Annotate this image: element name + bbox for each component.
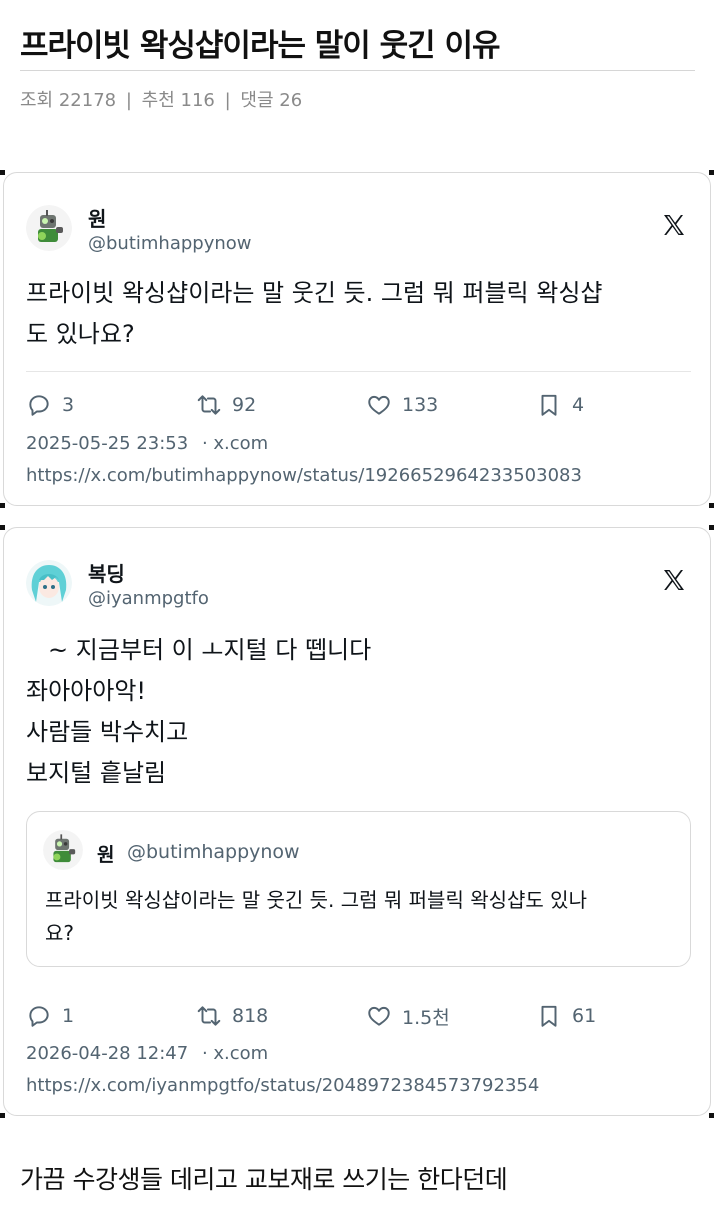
post-body-text: 가끔 수강생들 데리고 교보재로 쓰기는 한다던데 [20, 1165, 508, 1194]
corner-mark [709, 525, 714, 530]
reply-count: 3 [62, 394, 75, 416]
anime-girl-avatar-icon[interactable] [26, 560, 72, 606]
tweet-timestamp[interactable]: 2026-04-28 12:47 · x.com [26, 1043, 268, 1064]
tweet-text-line: 좌아아아악! [26, 677, 147, 705]
reply-icon [29, 395, 49, 416]
retweet-icon [197, 395, 221, 415]
post-title: 프라이빗 왁싱샵이라는 말이 웃긴 이유 [20, 28, 500, 64]
tweet-source: · x.com [201, 1043, 269, 1064]
tweet-source: · x.com [201, 433, 269, 454]
quoted-text-line: 요? [45, 921, 75, 945]
corner-mark [0, 525, 5, 530]
retweet-count: 92 [232, 394, 257, 416]
meta-separator: | [224, 90, 231, 111]
like-count: 1.5천 [402, 1006, 450, 1029]
meta-separator: | [125, 90, 132, 111]
bookmark-button[interactable]: 4 [536, 390, 584, 420]
quoted-author-name: 원 [97, 844, 115, 866]
like-button[interactable]: 133 [366, 390, 438, 420]
tweet-text-line: 도 있나요? [26, 320, 135, 348]
tweet-actions: 3 92 133 4 [26, 390, 691, 420]
corner-mark [0, 170, 5, 175]
tweet-embed-2: 복딩 @iyanmpgtfo ~ 지금부터 이 ㅗ지털 다 뗍니다 좌아아아악!… [0, 525, 714, 1118]
heart-icon [368, 1006, 390, 1026]
reply-icon [29, 1006, 49, 1027]
reply-button[interactable]: 1 [26, 1001, 74, 1031]
reply-button[interactable]: 3 [26, 390, 74, 420]
retweet-button[interactable]: 92 [196, 390, 256, 420]
author-name[interactable]: 원 [88, 203, 106, 232]
retweet-button[interactable]: 818 [196, 1001, 268, 1031]
post-meta: 조회 22178 | 추천 116 | 댓글 26 [20, 86, 302, 112]
tweet-date: 2025-05-25 23:53 [26, 433, 189, 454]
tweet-date: 2026-04-28 12:47 [26, 1043, 189, 1064]
tweet-embed-1: 원 @butimhappynow 프라이빗 왁싱샵이라는 말 웃긴 듯. 그럼 … [0, 170, 714, 508]
bookmark-count: 4 [572, 394, 585, 416]
tweet-card[interactable]: 복딩 @iyanmpgtfo ~ 지금부터 이 ㅗ지털 다 뗍니다 좌아아아악!… [3, 527, 711, 1116]
tweet-card[interactable]: 원 @butimhappynow 프라이빗 왁싱샵이라는 말 웃긴 듯. 그럼 … [3, 172, 711, 506]
tweet-text: 프라이빗 왁싱샵이라는 말 웃긴 듯. 그럼 뭐 퍼블릭 왁싱샵 도 있나요? [26, 273, 691, 355]
comment-count: 댓글 26 [240, 90, 303, 111]
quoted-tweet[interactable]: 원 @butimhappynow 프라이빗 왁싱샵이라는 말 웃긴 듯. 그럼 … [26, 811, 691, 967]
tweet-actions: 1 818 1.5천 61 [26, 1001, 691, 1031]
quoted-text-line: 프라이빗 왁싱샵이라는 말 웃긴 듯. 그럼 뭐 퍼블릭 왁싱샵도 있나 [45, 888, 587, 912]
tweet-text: ~ 지금부터 이 ㅗ지털 다 뗍니다 좌아아아악! 사람들 박수치고 보지털 흩… [26, 630, 691, 794]
corner-mark [709, 1113, 714, 1118]
author-name[interactable]: 복딩 [88, 558, 125, 587]
tweet-text-line: 프라이빗 왁싱샵이라는 말 웃긴 듯. 그럼 뭐 퍼블릭 왁싱샵 [26, 279, 603, 307]
tweet-header: 복딩 @iyanmpgtfo [26, 558, 686, 610]
author-handle[interactable]: @butimhappynow [88, 233, 252, 254]
heart-icon [368, 395, 390, 415]
tweet-url[interactable]: https://x.com/butimhappynow/status/19266… [26, 465, 582, 486]
tweet-text-line: ~ 지금부터 이 ㅗ지털 다 뗍니다 [48, 636, 372, 664]
x-logo-icon[interactable] [662, 568, 686, 592]
reply-count: 1 [62, 1005, 75, 1027]
corner-mark [0, 503, 5, 508]
recommend-count: 추천 116 [141, 90, 215, 111]
bookmark-icon [541, 1005, 557, 1027]
view-count: 조회 22178 [20, 90, 117, 111]
bookmark-count: 61 [572, 1005, 597, 1027]
retweet-icon [197, 1006, 221, 1026]
corner-mark [709, 170, 714, 175]
tweet-url[interactable]: https://x.com/iyanmpgtfo/status/20489723… [26, 1075, 539, 1096]
tweet-header: 원 @butimhappynow [26, 203, 686, 255]
like-count: 133 [402, 394, 439, 416]
corner-mark [709, 503, 714, 508]
x-logo-icon[interactable] [662, 213, 686, 237]
robot-avatar-icon[interactable] [26, 205, 72, 251]
tweet-timestamp[interactable]: 2025-05-25 23:53 · x.com [26, 433, 268, 454]
bookmark-icon [541, 394, 557, 416]
like-button[interactable]: 1.5천 [366, 1001, 450, 1031]
corner-mark [0, 1113, 5, 1118]
quoted-author-handle: @butimhappynow [127, 841, 300, 863]
robot-avatar-icon [43, 830, 83, 870]
retweet-count: 818 [232, 1005, 269, 1027]
tweet-divider [26, 371, 691, 372]
tweet-text-line: 사람들 박수치고 [26, 718, 189, 746]
author-handle[interactable]: @iyanmpgtfo [88, 588, 209, 609]
bookmark-button[interactable]: 61 [536, 1001, 596, 1031]
quoted-tweet-text: 프라이빗 왁싱샵이라는 말 웃긴 듯. 그럼 뭐 퍼블릭 왁싱샵도 있나 요? [45, 884, 675, 950]
title-divider [20, 70, 695, 71]
tweet-text-line: 보지털 흩날림 [26, 759, 167, 787]
